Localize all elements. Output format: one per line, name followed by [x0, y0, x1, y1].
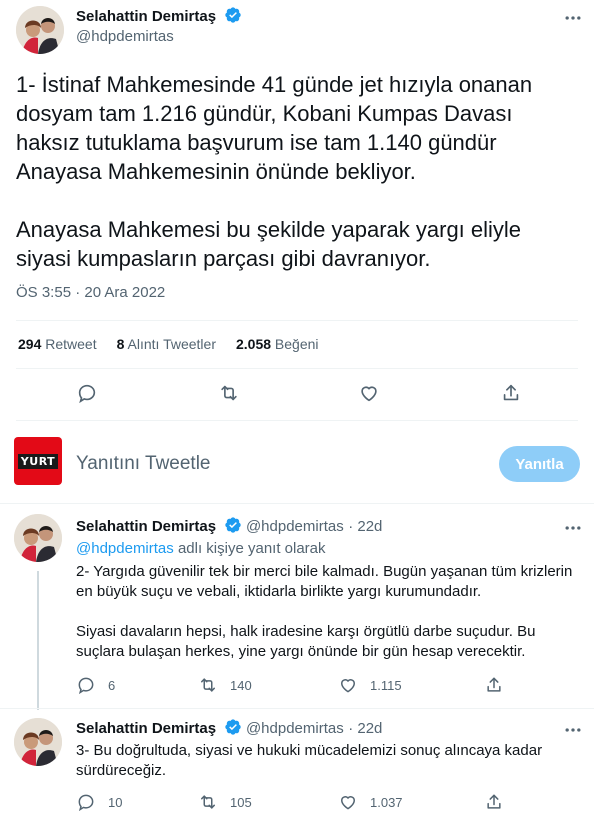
yurt-logo-bar: YURT: [17, 453, 59, 469]
reply-2-reply-action[interactable]: 10: [76, 792, 122, 812]
more-icon[interactable]: [563, 518, 583, 543]
verified-badge-icon: [224, 516, 242, 540]
tweet-text: 1- İstinaf Mahkemesinde 41 günde jet hız…: [16, 70, 581, 273]
retweet-count: 105: [230, 794, 252, 810]
replying-to-handle[interactable]: @hdpdemirtas: [76, 540, 174, 557]
reply-1-header: Selahattin Demirtaş @hdpdemirtas · 22d: [76, 516, 382, 540]
compose-avatar[interactable]: YURT: [14, 437, 62, 485]
share-icon[interactable]: [484, 675, 516, 695]
like-count-label: Beğeni: [274, 336, 319, 352]
reply-2-like-action[interactable]: 1.037: [338, 792, 403, 812]
reply-paragraph-1: 2- Yargıda güvenilir tek bir merci bile …: [76, 563, 573, 600]
reply-author-handle[interactable]: @hdpdemirtas: [246, 518, 344, 535]
replying-to-label: adlı kişiye yanıt olarak: [173, 540, 326, 557]
retweet-count: 294: [18, 336, 42, 352]
retweet-icon: [201, 678, 215, 692]
quote-count-link[interactable]: 8 Alıntı Tweetler: [117, 335, 216, 353]
reply-2-avatar[interactable]: [14, 718, 62, 766]
like-count-link[interactable]: 2.058 Beğeni: [236, 335, 319, 353]
author-avatar[interactable]: [16, 6, 64, 54]
reply-time[interactable]: · 22d: [348, 518, 382, 535]
like-icon: [340, 796, 356, 810]
divider: [0, 708, 594, 709]
retweet-count: 140: [230, 677, 252, 693]
reply-1-reply-action[interactable]: 6: [76, 675, 115, 695]
reply-button[interactable]: Yanıtla: [499, 446, 580, 482]
divider: [16, 368, 578, 369]
author-handle[interactable]: @hdpdemirtas: [76, 27, 174, 47]
retweet-icon: [201, 795, 215, 809]
reply-1-retweet-action[interactable]: 140: [198, 675, 252, 695]
divider: [16, 320, 578, 321]
verified-badge-icon: [224, 6, 242, 30]
like-icon: [340, 679, 356, 693]
tweet-timestamp[interactable]: ÖS 3:55 · 20 Ara 2022: [16, 283, 165, 303]
quote-count-label: Alıntı Tweetler: [127, 336, 216, 352]
reply-2-text: 3- Bu doğrultuda, siyasi ve hukuki mücad…: [76, 742, 543, 779]
reply-2-retweet-action[interactable]: 105: [198, 792, 252, 812]
reply-icon: [78, 677, 94, 695]
like-icon[interactable]: [358, 382, 380, 409]
retweet-count-link[interactable]: 294 Retweet: [18, 335, 97, 353]
reply-author-name[interactable]: Selahattin Demirtaş: [76, 518, 216, 535]
avatar-photo: [14, 514, 62, 562]
reply-icon: [78, 794, 94, 812]
reply-author-handle[interactable]: @hdpdemirtas: [246, 720, 344, 737]
tweet-paragraph-2: Anayasa Mahkemesi bu şekilde yaparak yar…: [16, 217, 522, 271]
reply-count: 6: [108, 677, 116, 693]
share-icon[interactable]: [484, 792, 516, 812]
reply-2-header: Selahattin Demirtaş @hdpdemirtas · 22d: [76, 718, 382, 742]
like-count: 1.037: [370, 794, 403, 810]
like-count: 2.058: [235, 336, 272, 352]
more-icon[interactable]: [563, 8, 583, 33]
verified-badge-icon: [224, 718, 242, 742]
reply-author-name[interactable]: Selahattin Demirtaş: [76, 720, 216, 737]
author-name[interactable]: Selahattin Demirtaş: [76, 8, 216, 25]
thread-line: [37, 571, 39, 710]
replying-to: @hdpdemirtas adlı kişiye yanıt olarak: [76, 539, 326, 559]
reply-count: 10: [108, 794, 123, 810]
avatar-photo: [16, 6, 64, 54]
tweet-paragraph-1: 1- İstinaf Mahkemesinde 41 günde jet hız…: [16, 72, 533, 184]
like-count: 1.115: [370, 677, 402, 693]
reply-1-avatar[interactable]: [14, 514, 62, 562]
reply-1-like-action[interactable]: 1.115: [338, 675, 402, 695]
reply-time[interactable]: · 22d: [348, 720, 382, 737]
retweet-count-label: Retweet: [45, 336, 97, 352]
reply-1-text: 2- Yargıda güvenilir tek bir merci bile …: [76, 562, 581, 662]
avatar-photo: [14, 718, 62, 766]
tweet-stats: 294 Retweet 8 Alıntı Tweetler 2.058 Beğe…: [18, 335, 319, 353]
quote-count: 8: [116, 336, 125, 352]
reply-paragraph-2: Siyasi davaların hepsi, halk iradesine k…: [76, 623, 536, 660]
retweet-icon[interactable]: [218, 382, 240, 409]
share-icon[interactable]: [500, 382, 522, 409]
divider: [16, 420, 578, 421]
reply-icon[interactable]: [76, 382, 98, 409]
reply-input[interactable]: Yanıtını Tweetle: [76, 452, 211, 476]
divider: [0, 503, 594, 504]
